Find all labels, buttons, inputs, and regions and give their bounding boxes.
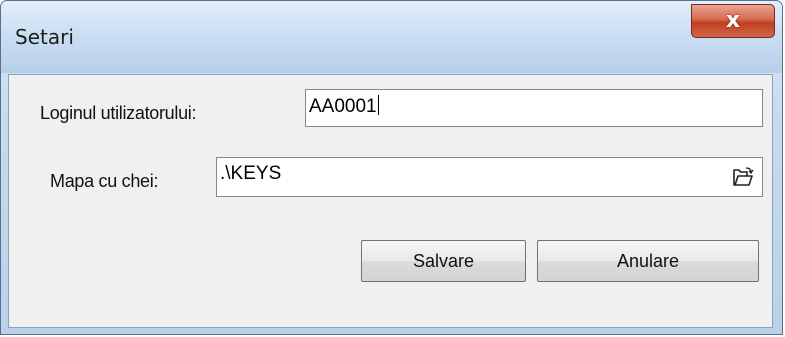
keys-folder-value: .\KEYS	[220, 163, 282, 184]
login-value: AA0001	[309, 96, 377, 117]
login-input[interactable]: AA0001	[305, 89, 763, 127]
dialog-body: Loginul utilizatorului: AA0001 Mapa cu c…	[8, 74, 773, 328]
close-icon: x	[725, 8, 741, 33]
folder-open-icon	[733, 167, 754, 186]
settings-dialog: Setari x Loginul utilizatorului: AA0001 …	[0, 0, 783, 335]
window-title: Setari	[15, 25, 74, 49]
browse-folder-button[interactable]	[730, 165, 756, 189]
keys-folder-input[interactable]: .\KEYS	[216, 157, 763, 197]
close-button[interactable]: x	[691, 4, 775, 38]
text-caret	[377, 95, 379, 115]
login-label: Loginul utilizatorului:	[40, 103, 197, 123]
cancel-button[interactable]: Anulare	[537, 240, 759, 282]
keys-folder-label: Mapa cu chei:	[50, 171, 159, 191]
save-button[interactable]: Salvare	[361, 240, 526, 282]
title-bar[interactable]: Setari x	[1, 1, 782, 73]
